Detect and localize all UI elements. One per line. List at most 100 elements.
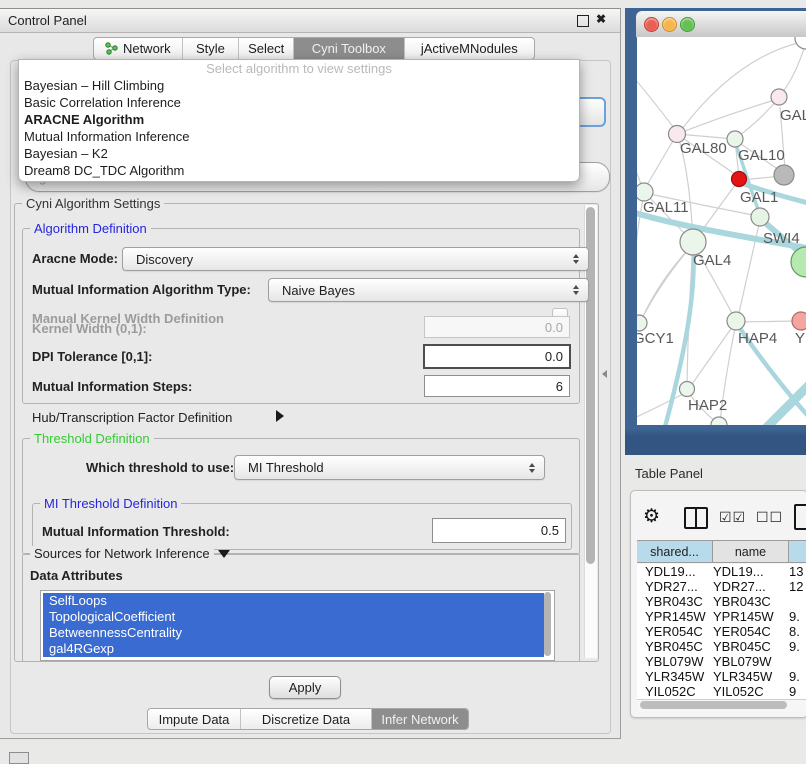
algorithm-option-dream8[interactable]: Dream8 DC_TDC Algorithm xyxy=(19,162,579,179)
node-partial-bottom[interactable] xyxy=(711,417,727,425)
close-panel-icon[interactable]: ✖ xyxy=(596,12,606,26)
mi-type-label: Mutual Information Algorithm Type: xyxy=(32,282,251,297)
mi-threshold-field[interactable]: 0.5 xyxy=(432,518,566,543)
list-scrollbar-thumb[interactable] xyxy=(544,592,551,656)
data-attributes-list[interactable]: SelfLoops TopologicalCoefficient Between… xyxy=(40,590,555,661)
hub-definition-label: Hub/Transcription Factor Definition xyxy=(32,410,232,425)
tab-impute-data[interactable]: Impute Data xyxy=(148,709,240,729)
tab-impute-data-label: Impute Data xyxy=(159,712,230,727)
which-threshold-label: Which threshold to use: xyxy=(86,460,234,475)
algorithm-option-bayesian-k2[interactable]: Bayesian – K2 xyxy=(19,145,579,162)
node-label: GAL xyxy=(780,107,806,124)
tab-style[interactable]: Style xyxy=(182,38,239,59)
zoom-traffic-light[interactable] xyxy=(680,17,695,32)
network-canvas[interactable]: GAL GAL80 GAL10 GAL1 GAL11 SWI4 GAL4 GCY… xyxy=(637,37,806,425)
stepper-icon xyxy=(573,285,579,295)
threshold-definition-title: Threshold Definition xyxy=(30,431,154,446)
dpi-tolerance-label: DPI Tolerance [0,1]: xyxy=(32,349,152,364)
list-item-gal4rgexp[interactable]: gal4RGexp xyxy=(43,641,544,657)
column-header-shared-name[interactable]: shared... xyxy=(637,540,713,563)
list-item-topologicalcoefficient[interactable]: TopologicalCoefficient xyxy=(43,609,544,625)
apply-button[interactable]: Apply xyxy=(269,676,341,699)
table-body[interactable]: YDL19...YDL19...13 YDR27...YDR27...12 YB… xyxy=(637,564,806,699)
table-hscrollbar-thumb[interactable] xyxy=(640,701,787,709)
node-label: HAP2 xyxy=(688,397,727,414)
table-panel-title: Table Panel xyxy=(635,466,703,481)
node-label: GAL11 xyxy=(643,199,689,216)
table-row[interactable]: YLR345WYLR345W9. xyxy=(637,669,806,684)
algorithm-option-basic-correlation[interactable]: Basic Correlation Inference xyxy=(19,94,579,111)
tab-discretize-data[interactable]: Discretize Data xyxy=(240,709,371,729)
column-header-name[interactable]: name xyxy=(713,540,789,563)
node-gal10[interactable] xyxy=(727,131,743,147)
node-hap2[interactable] xyxy=(680,382,695,397)
network-icon xyxy=(105,42,118,55)
table-row[interactable]: YDR27...YDR27...12 xyxy=(637,579,806,594)
network-window-titlebar[interactable] xyxy=(636,11,806,38)
mi-threshold-group-title: MI Threshold Definition xyxy=(40,496,181,511)
float-panel-icon[interactable] xyxy=(577,15,589,27)
table-row[interactable]: YBR043CYBR043C xyxy=(637,594,806,609)
node-label: GAL10 xyxy=(738,147,785,164)
expander-arrow-icon[interactable] xyxy=(276,410,284,422)
close-traffic-light[interactable] xyxy=(644,17,659,32)
node-gal1[interactable] xyxy=(732,172,747,187)
table-row[interactable]: YDL19...YDL19...13 xyxy=(637,564,806,579)
table-row[interactable]: YBL079WYBL079W xyxy=(637,654,806,669)
tab-cyni-toolbox[interactable]: Cyni Toolbox xyxy=(293,38,404,59)
table-row[interactable]: YIL052CYIL052C9 xyxy=(637,684,806,699)
tab-discretize-data-label: Discretize Data xyxy=(262,712,350,727)
aracne-mode-combo[interactable]: Discovery xyxy=(122,247,589,271)
collapse-arrow-icon[interactable] xyxy=(218,550,230,558)
checked-columns-icon[interactable]: ☑☑ xyxy=(719,509,746,526)
algorithm-option-aracne[interactable]: ARACNE Algorithm xyxy=(19,111,579,128)
column-header-partial[interactable] xyxy=(789,540,806,563)
node-label: GAL80 xyxy=(680,140,727,157)
list-item-selfloops[interactable]: SelfLoops xyxy=(43,593,544,609)
list-item-betweennesscentrality[interactable]: BetweennessCentrality xyxy=(43,625,544,641)
dpi-tolerance-field[interactable]: 0.0 xyxy=(423,344,571,369)
node-pink-top[interactable] xyxy=(771,89,787,105)
algorithm-option-bayesian-hill-climbing[interactable]: Bayesian – Hill Climbing xyxy=(19,77,579,94)
node-label: HAP4 xyxy=(738,330,777,347)
sources-title: Sources for Network Inference xyxy=(30,546,214,561)
apply-button-label: Apply xyxy=(289,680,322,695)
tab-select-label: Select xyxy=(248,41,284,56)
tab-select[interactable]: Select xyxy=(238,38,293,59)
unchecked-columns-icon[interactable]: ☐☐ xyxy=(756,509,783,526)
tab-infer-network[interactable]: Infer Network xyxy=(371,709,468,729)
control-panel-tabbar: Network Style Select Cyni Toolbox jActiv… xyxy=(93,37,535,60)
tab-network[interactable]: Network xyxy=(94,38,182,59)
hub-definition-expander[interactable]: Hub/Transcription Factor Definition xyxy=(32,410,232,425)
node-gray[interactable] xyxy=(774,165,794,185)
column-header-label: name xyxy=(735,545,766,559)
aracne-mode-value: Discovery xyxy=(136,252,193,267)
table-row[interactable]: YER054CYER054C8. xyxy=(637,624,806,639)
tab-jactivemnodules[interactable]: jActiveMNodules xyxy=(404,38,534,59)
document-icon[interactable] xyxy=(794,504,806,530)
mini-corner-button[interactable] xyxy=(9,752,29,764)
algorithm-dropdown-popup: Select algorithm to view settings Bayesi… xyxy=(18,59,580,182)
gear-icon[interactable]: ⚙ xyxy=(643,505,660,528)
split-columns-icon[interactable] xyxy=(684,507,708,529)
tab-infer-network-label: Infer Network xyxy=(381,712,458,727)
mi-steps-field[interactable]: 6 xyxy=(424,375,570,397)
table-header-row: shared... name xyxy=(637,540,806,563)
mi-threshold-value: 0.5 xyxy=(541,523,559,538)
node-hap4[interactable] xyxy=(727,312,745,330)
which-threshold-combo[interactable]: MI Threshold xyxy=(234,455,545,480)
splitpane-arrow-icon[interactable] xyxy=(602,370,607,378)
node-salmon[interactable] xyxy=(792,312,806,330)
node-swi4[interactable] xyxy=(751,208,769,226)
mi-type-combo[interactable]: Naive Bayes xyxy=(268,278,589,302)
table-row[interactable]: YBR045CYBR045C9. xyxy=(637,639,806,654)
node-gcy1[interactable] xyxy=(637,315,647,331)
minimize-traffic-light[interactable] xyxy=(662,17,677,32)
node-green-right[interactable] xyxy=(791,247,806,277)
mi-threshold-label: Mutual Information Threshold: xyxy=(42,524,230,539)
table-row[interactable]: YPR145WYPR145W9. xyxy=(637,609,806,624)
control-panel-title: Control Panel xyxy=(8,13,87,28)
node-label: SWI4 xyxy=(763,230,800,247)
node-partial-top[interactable] xyxy=(795,37,806,49)
algorithm-option-mutual-information[interactable]: Mutual Information Inference xyxy=(19,128,579,145)
